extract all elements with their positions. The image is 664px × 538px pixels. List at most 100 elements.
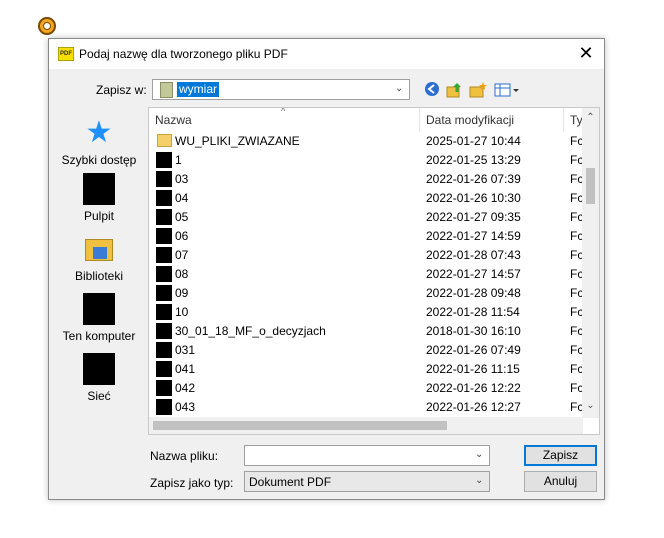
file-name: 042: [175, 381, 196, 395]
file-icon: [156, 171, 172, 187]
scroll-thumb[interactable]: [153, 421, 447, 430]
table-row[interactable]: 043 2022-01-26 12:27 Fc: [149, 398, 583, 417]
file-list[interactable]: Nazwa ^ Data modyfikacji Ty WU_PLIKI_ZWI…: [148, 107, 600, 435]
file-date: 2022-01-26 12:22: [426, 381, 521, 395]
file-icon: [156, 285, 172, 301]
file-icon: [156, 228, 172, 244]
table-row[interactable]: 05 2022-01-27 09:35 Fc: [149, 208, 583, 227]
file-icon: [156, 304, 172, 320]
desktop-icon: [83, 173, 115, 205]
column-divider[interactable]: [419, 108, 420, 132]
table-row[interactable]: 07 2022-01-28 07:43 Fc: [149, 246, 583, 265]
view-menu-icon[interactable]: [494, 81, 520, 99]
table-row[interactable]: 06 2022-01-27 14:59 Fc: [149, 227, 583, 246]
save-in-combo[interactable]: wymiar ⌄: [152, 79, 410, 100]
file-name: 10: [175, 305, 189, 319]
file-date: 2022-01-26 07:39: [426, 172, 521, 186]
file-icon: [156, 190, 172, 206]
scroll-up-icon[interactable]: ⌃: [585, 112, 596, 123]
file-date: 2022-01-28 11:54: [426, 305, 520, 319]
up-folder-icon[interactable]: [445, 81, 463, 99]
table-row[interactable]: 03 2022-01-26 07:39 Fc: [149, 170, 583, 189]
save-in-value: wymiar: [177, 82, 219, 97]
file-name: WU_PLIKI_ZWIAZANE: [175, 134, 300, 148]
file-icon: [156, 266, 172, 282]
file-icon: [156, 247, 172, 263]
file-name: 07: [175, 248, 189, 262]
back-icon[interactable]: [423, 81, 441, 99]
close-button[interactable]: ✕: [574, 43, 598, 65]
file-date: 2022-01-27 14:59: [426, 229, 521, 243]
table-row[interactable]: 09 2022-01-28 09:48 Fc: [149, 284, 583, 303]
file-icon: [156, 361, 172, 377]
table-row[interactable]: 031 2022-01-26 07:49 Fc: [149, 341, 583, 360]
column-divider[interactable]: [563, 108, 564, 132]
table-row[interactable]: 30_01_18_MF_o_decyzjach 2018-01-30 16:10 F…: [149, 322, 583, 341]
place-label: Pulpit: [83, 209, 115, 223]
filetype-value: Dokument PDF: [249, 475, 332, 489]
table-row[interactable]: 041 2022-01-26 11:15 Fc: [149, 360, 583, 379]
save-button[interactable]: Zapisz: [524, 445, 597, 466]
scroll-down-icon[interactable]: ⌄: [585, 400, 596, 411]
place-label: Szybki dostęp: [61, 153, 137, 167]
places-bar: ★ Szybki dostęp Pulpit Biblioteki Ten ko…: [57, 109, 141, 419]
horizontal-scrollbar[interactable]: [149, 417, 583, 434]
file-date: 2022-01-27 14:57: [426, 267, 521, 281]
file-date: 2022-01-26 10:30: [426, 191, 521, 205]
place-network[interactable]: Sieć: [57, 353, 141, 403]
file-icon: [156, 323, 172, 339]
folder-icon: [160, 82, 173, 98]
file-icon: [156, 342, 172, 358]
filetype-select[interactable]: Dokument PDF ⌄: [244, 471, 490, 492]
chevron-down-icon[interactable]: ⌄: [475, 449, 485, 461]
place-quick-access[interactable]: ★ Szybki dostęp: [57, 116, 141, 168]
file-date: 2018-01-30 16:10: [426, 324, 521, 338]
file-name: 08: [175, 267, 189, 281]
table-row[interactable]: 04 2022-01-26 10:30 Fc: [149, 189, 583, 208]
file-name: 30_01_18_MF_o_decyzjach: [175, 324, 326, 338]
scroll-thumb[interactable]: [586, 168, 595, 204]
column-header-date[interactable]: Data modyfikacji: [426, 108, 514, 132]
column-header-type[interactable]: Ty: [570, 108, 583, 132]
file-date: 2025-01-27 10:44: [426, 134, 521, 148]
file-icon: [156, 209, 172, 225]
dialog-title: Podaj nazwę dla tworzonego pliku PDF: [79, 47, 288, 61]
table-row[interactable]: 1 2022-01-25 13:29 Fc: [149, 151, 583, 170]
folder-icon: [157, 134, 172, 147]
network-icon: [83, 353, 115, 385]
place-label: Biblioteki: [74, 269, 124, 283]
vertical-scrollbar[interactable]: ⌃ ⌄: [582, 108, 599, 418]
filename-label: Nazwa pliku:: [150, 449, 219, 463]
star-icon: ★: [85, 116, 113, 149]
file-name: 04: [175, 191, 189, 205]
pdf-app-icon: PDF: [58, 47, 74, 61]
cancel-button[interactable]: Anuluj: [524, 471, 597, 492]
table-row[interactable]: 08 2022-01-27 14:57 Fc: [149, 265, 583, 284]
column-header-name[interactable]: Nazwa: [155, 108, 192, 132]
file-date: 2022-01-26 11:15: [426, 362, 520, 376]
new-folder-icon[interactable]: [469, 81, 487, 99]
file-name: 05: [175, 210, 189, 224]
file-date: 2022-01-26 12:27: [426, 400, 521, 414]
place-label: Ten komputer: [62, 329, 136, 343]
file-name: 06: [175, 229, 189, 243]
table-row[interactable]: 10 2022-01-28 11:54 Fc: [149, 303, 583, 322]
file-name: 043: [175, 400, 196, 414]
file-date: 2022-01-28 09:48: [426, 286, 521, 300]
sort-ascending-icon: ^: [281, 107, 286, 116]
place-libraries[interactable]: Biblioteki: [57, 233, 141, 283]
file-name: 041: [175, 362, 196, 376]
table-row[interactable]: 042 2022-01-26 12:22 Fc: [149, 379, 583, 398]
table-row[interactable]: WU_PLIKI_ZWIAZANE 2025-01-27 10:44 Fc: [149, 132, 583, 151]
file-icon: [156, 399, 172, 415]
place-this-pc[interactable]: Ten komputer: [57, 293, 141, 343]
place-label: Sieć: [87, 389, 111, 403]
file-icon: [156, 152, 172, 168]
file-name: 1: [175, 153, 182, 167]
filename-input[interactable]: ⌄: [244, 445, 490, 466]
computer-icon: [83, 293, 115, 325]
chevron-down-icon: ⌄: [395, 83, 404, 94]
file-icon: [156, 380, 172, 396]
filetype-label: Zapisz jako typ:: [150, 476, 234, 490]
place-desktop[interactable]: Pulpit: [57, 173, 141, 223]
